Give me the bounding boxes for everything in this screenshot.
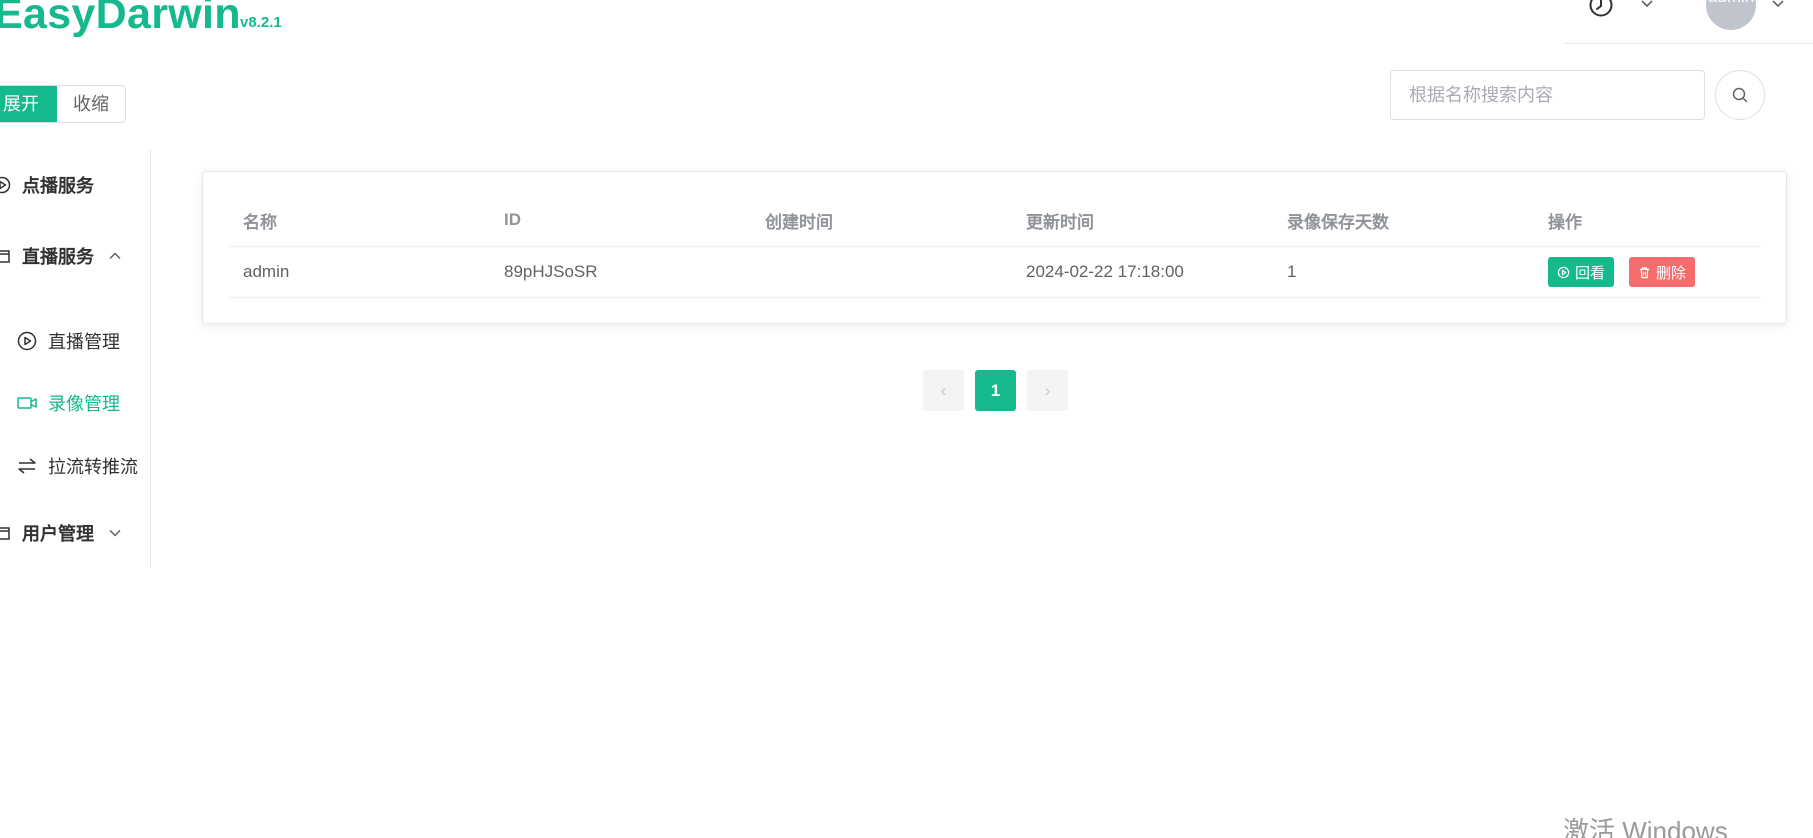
sidebar-item-label: 拉流转推流 bbox=[48, 457, 138, 477]
column-header-retention[interactable]: 录像保存天数 bbox=[1272, 208, 1533, 233]
column-header-updated[interactable]: 更新时间 bbox=[1011, 208, 1272, 233]
sidebar-item-user-management[interactable]: 用户管理 bbox=[0, 520, 122, 546]
collapse-button[interactable]: 收缩 bbox=[57, 86, 125, 122]
windows-activation-watermark: 激活 Windows bbox=[1563, 816, 1728, 838]
sidebar-item-vod[interactable]: 点播服务 bbox=[0, 172, 94, 198]
cell-name: admin bbox=[243, 262, 290, 281]
video-camera-icon bbox=[17, 397, 37, 409]
table-header: 名称 ID 创建时间 更新时间 录像保存天数 操作 bbox=[228, 194, 1761, 247]
playback-label: 回看 bbox=[1575, 264, 1606, 282]
expand-collapse-toggle: 展开 收缩 bbox=[0, 85, 126, 123]
sidebar-item-label: 直播管理 bbox=[48, 332, 120, 352]
sidebar-item-label: 用户管理 bbox=[22, 524, 94, 544]
sidebar-item-live[interactable]: 直播服务 bbox=[0, 243, 122, 269]
table-row: admin 89pHJSoSR 2024-02-22 17:18:00 1 回看 bbox=[228, 247, 1761, 298]
cell-actions: 回看 删除 bbox=[1533, 257, 1761, 287]
cell-id: 89pHJSoSR bbox=[504, 262, 598, 281]
folder-icon bbox=[0, 527, 10, 540]
delete-label: 删除 bbox=[1656, 264, 1687, 282]
cell-updated: 2024-02-22 17:18:00 bbox=[1026, 262, 1184, 281]
pagination: ‹ 1 › bbox=[923, 370, 1068, 411]
search-button[interactable] bbox=[1715, 70, 1765, 120]
search-icon bbox=[1732, 87, 1748, 103]
play-circle-icon bbox=[17, 331, 37, 351]
sidebar-item-pull-to-push[interactable]: 拉流转推流 bbox=[16, 453, 138, 479]
page: EasyDarwin v8.2.1 admin 展开 收缩 点播服务 bbox=[0, 0, 1813, 838]
next-page-button[interactable]: › bbox=[1027, 370, 1068, 411]
sidebar-item-recording-management[interactable]: 录像管理 bbox=[16, 390, 120, 416]
chevron-down-icon bbox=[109, 529, 121, 537]
delete-button[interactable]: 删除 bbox=[1629, 257, 1696, 287]
prev-page-button[interactable]: ‹ bbox=[923, 370, 964, 411]
column-header-actions: 操作 bbox=[1548, 212, 1582, 232]
column-header-created[interactable]: 创建时间 bbox=[750, 208, 1011, 233]
sidebar bbox=[0, 150, 151, 568]
sidebar-item-label: 直播服务 bbox=[22, 247, 94, 267]
column-header-id[interactable]: ID bbox=[489, 210, 750, 230]
trash-icon bbox=[1639, 266, 1650, 278]
search-input[interactable] bbox=[1390, 70, 1705, 120]
playback-button[interactable]: 回看 bbox=[1548, 257, 1615, 287]
folder-icon bbox=[0, 250, 10, 263]
expand-button[interactable]: 展开 bbox=[0, 86, 57, 122]
play-circle-icon bbox=[0, 176, 11, 194]
play-circle-icon bbox=[1557, 266, 1570, 278]
recordings-table-card: 名称 ID 创建时间 更新时间 录像保存天数 操作 admin 89pHJSoS… bbox=[202, 171, 1787, 324]
chevron-up-icon bbox=[109, 252, 121, 260]
page-number-button[interactable]: 1 bbox=[975, 370, 1016, 411]
chevron-down-icon[interactable] bbox=[1640, 0, 1654, 11]
switch-icon bbox=[18, 458, 36, 474]
sidebar-item-label: 录像管理 bbox=[48, 394, 120, 414]
brand-title: EasyDarwin bbox=[0, 0, 241, 38]
version-label: v8.2.1 bbox=[240, 14, 282, 31]
sidebar-item-label: 点播服务 bbox=[22, 176, 94, 196]
avatar-text: admin bbox=[1708, 0, 1754, 6]
column-header-name[interactable]: 名称 bbox=[228, 208, 489, 233]
clock-icon[interactable] bbox=[1588, 0, 1614, 18]
chevron-down-icon[interactable] bbox=[1771, 0, 1785, 11]
recordings-table: 名称 ID 创建时间 更新时间 录像保存天数 操作 admin 89pHJSoS… bbox=[228, 194, 1761, 298]
sidebar-item-live-management[interactable]: 直播管理 bbox=[16, 328, 120, 354]
cell-retention: 1 bbox=[1287, 262, 1297, 281]
